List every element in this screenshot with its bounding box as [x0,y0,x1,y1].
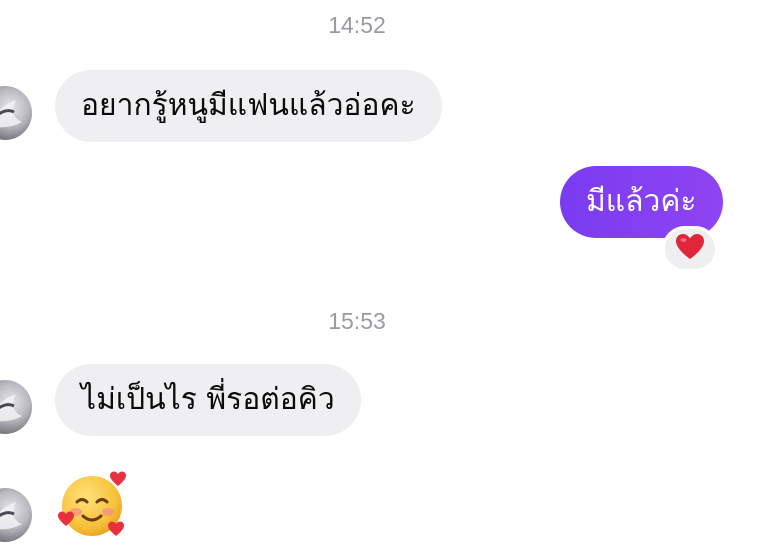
message-bubble-incoming[interactable]: ไม่เป็นไร พี่รอต่อคิว [55,364,361,436]
message-text: อยากรู้หนูมีแฟนแล้วอ่อคะ [81,88,416,123]
avatar[interactable] [0,86,32,140]
message-text: มีแล้วค่ะ [586,184,697,219]
chat-thread: 14:52 อยากรู้หนูมีแฟนแล้วอ่อคะ มีแล้วค่ะ… [0,0,771,560]
reaction-badge[interactable] [662,226,718,272]
avatar[interactable] [0,488,32,542]
heart-icon [675,233,705,265]
message-text: ไม่เป็นไร พี่รอต่อคิว [81,382,335,417]
message-bubble-incoming[interactable]: อยากรู้หนูมีแฟนแล้วอ่อคะ [55,70,442,142]
timestamp: 15:53 [328,308,386,334]
smiling-face-with-hearts-icon [56,471,132,546]
emoji-message[interactable] [56,466,132,542]
timestamp: 14:52 [328,12,386,38]
avatar[interactable] [0,380,32,434]
